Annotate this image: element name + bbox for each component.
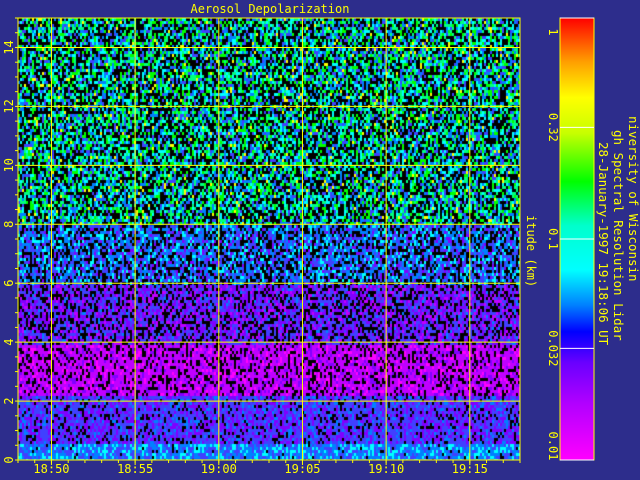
x-tick-label: 19:00 [201,462,237,476]
colorbar-tick-label: 0.32 [546,113,560,142]
x-tick-label: 19:05 [284,462,320,476]
grid-lines [18,18,520,460]
x-tick-label: 18:50 [33,462,69,476]
plot-frame [17,17,521,461]
y-tick-label: 14 [2,40,16,54]
colorbar-tick-label: 0.032 [546,330,560,366]
y-tick-label: 8 [2,221,16,228]
y-tick-label: 2 [2,397,16,404]
y-tick-label: 4 [2,339,16,346]
x-tick-label: 18:55 [117,462,153,476]
y-tick-label: 12 [2,99,16,113]
y-tick-label: 6 [2,280,16,287]
chart-axes: 18:50 18:55 19:00 19:05 19:10 19:15 024681012… [2,17,640,476]
y-axis-label: itude (km) [524,215,538,287]
y-tick-label: 0 [2,456,16,463]
x-tick-label: 19:10 [368,462,404,476]
y-tick-label: 10 [2,158,16,172]
info-timestamp: 28-January-1997 19:18:06 UT [596,142,611,346]
info-instrument: gh Spectral Resolution Lidar [611,130,626,341]
y-axis-ticks: 0 2 4 6 8 10 12 14 [2,17,18,464]
colorbar-tick-label: 1 [546,28,560,35]
colorbar-tick-label: 0.1 [546,228,560,250]
info-institution: niversity of Wisconsin [626,116,640,282]
colorbar-tick-label: 0.01 [546,432,560,461]
x-axis-ticks: 18:50 18:55 19:00 19:05 19:10 19:15 [17,460,521,476]
x-tick-label: 19:15 [452,462,488,476]
